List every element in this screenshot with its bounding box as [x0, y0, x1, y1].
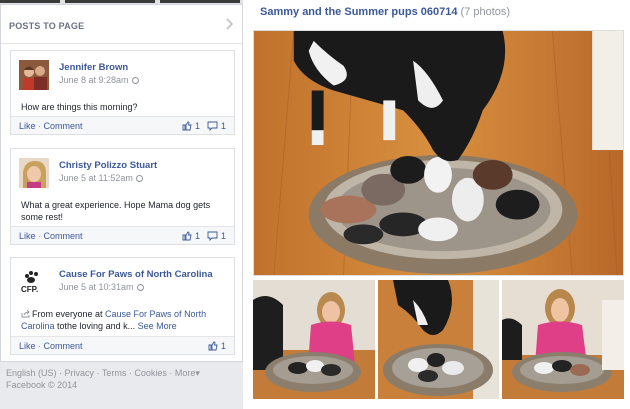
- footer-link-cookies[interactable]: Cookies: [134, 368, 167, 378]
- panel-title: POSTS TO PAGE: [9, 21, 85, 31]
- panel-header[interactable]: POSTS TO PAGE: [1, 5, 242, 44]
- posts-to-page-panel: POSTS TO PAGE Jennifer Brown June 8 at 9…: [0, 4, 243, 362]
- comment-link[interactable]: Comment: [44, 341, 83, 351]
- chevron-right-icon[interactable]: [224, 18, 234, 30]
- footer-link-privacy[interactable]: Privacy: [65, 368, 95, 378]
- caret-down-icon: ▾: [195, 368, 200, 378]
- footer-link-language[interactable]: English (US): [6, 368, 57, 378]
- album-title: Sammy and the Summer pups 060714 (7 phot…: [260, 6, 510, 18]
- comment-icon[interactable]: [207, 121, 218, 131]
- post-author[interactable]: Jennifer Brown: [59, 62, 128, 73]
- see-more-link[interactable]: See More: [138, 321, 177, 331]
- thumbs-up-icon[interactable]: [182, 231, 192, 241]
- separator: ·: [38, 121, 42, 131]
- photo-thumbnail[interactable]: [253, 280, 375, 399]
- post-cause-for-paws: CFP. Cause For Paws of North Carolina Ju…: [10, 257, 235, 355]
- post-actions: Like · Comment 1 1: [11, 116, 234, 134]
- post-time[interactable]: June 8 at 9:28am: [59, 75, 139, 85]
- album-panel: Sammy and the Summer pups 060714 (7 phot…: [243, 0, 630, 409]
- post-author[interactable]: Christy Polizzo Stuart: [59, 160, 157, 171]
- footer-link-terms[interactable]: Terms: [102, 368, 127, 378]
- post-christy-polizzo-stuart: Christy Polizzo Stuart June 5 at 11:52am…: [10, 148, 235, 245]
- post-text: What a great experience. Hope Mama dog g…: [21, 200, 211, 222]
- photo-dog-with-puppies: [254, 31, 623, 275]
- footer-link-more[interactable]: More: [175, 368, 196, 378]
- post-jennifer-brown: Jennifer Brown June 8 at 9:28am How are …: [10, 50, 235, 135]
- globe-icon: [135, 175, 143, 182]
- avatar[interactable]: [19, 60, 49, 90]
- like-link[interactable]: Like: [19, 121, 36, 131]
- comment-count[interactable]: 1: [221, 121, 226, 131]
- globe-icon: [131, 77, 139, 84]
- like-link[interactable]: Like: [19, 341, 36, 351]
- photo-count: (7 photos): [460, 6, 511, 18]
- page-footer: English (US) · Privacy · Terms · Cookies…: [6, 367, 238, 391]
- album-name[interactable]: Sammy and the Summer pups 060714: [260, 6, 457, 18]
- photo-thumbnail[interactable]: [502, 280, 624, 399]
- main-photo[interactable]: [253, 30, 624, 276]
- share-icon: [21, 309, 30, 318]
- avatar[interactable]: [19, 158, 49, 188]
- post-time[interactable]: June 5 at 10:31am: [59, 282, 144, 292]
- post-text: From everyone at Cause For Paws of North…: [21, 309, 207, 331]
- like-link[interactable]: Like: [19, 231, 36, 241]
- photo-thumbnail[interactable]: [378, 280, 499, 399]
- post-actions: Like · Comment 1: [11, 336, 234, 354]
- photo-dog-over-basket: [378, 280, 499, 399]
- like-count[interactable]: 1: [195, 231, 200, 241]
- post-text: How are things this morning?: [21, 102, 138, 112]
- comment-link[interactable]: Comment: [44, 121, 83, 131]
- post-actions: Like · Comment 1 1: [11, 226, 234, 244]
- post-time[interactable]: June 5 at 11:52am: [59, 173, 143, 183]
- globe-icon: [136, 284, 144, 291]
- photo-woman-with-basket: [253, 280, 375, 399]
- like-count[interactable]: 1: [195, 121, 200, 131]
- comment-count[interactable]: 1: [221, 231, 226, 241]
- like-count[interactable]: 1: [221, 341, 226, 351]
- cfp-logo-avatar[interactable]: CFP.: [19, 267, 49, 297]
- post-author[interactable]: Cause For Paws of North Carolina: [59, 269, 213, 280]
- left-column: POSTS TO PAGE Jennifer Brown June 8 at 9…: [0, 0, 243, 409]
- thumbs-up-icon[interactable]: [182, 121, 192, 131]
- separator: ·: [38, 341, 42, 351]
- photo-woman-with-puppies: [502, 280, 624, 399]
- copyright: Facebook © 2014: [6, 380, 78, 390]
- separator: ·: [38, 231, 42, 241]
- thumbs-up-icon[interactable]: [208, 341, 218, 351]
- svg-text:CFP.: CFP.: [21, 285, 38, 294]
- comment-icon[interactable]: [207, 231, 218, 241]
- comment-link[interactable]: Comment: [44, 231, 83, 241]
